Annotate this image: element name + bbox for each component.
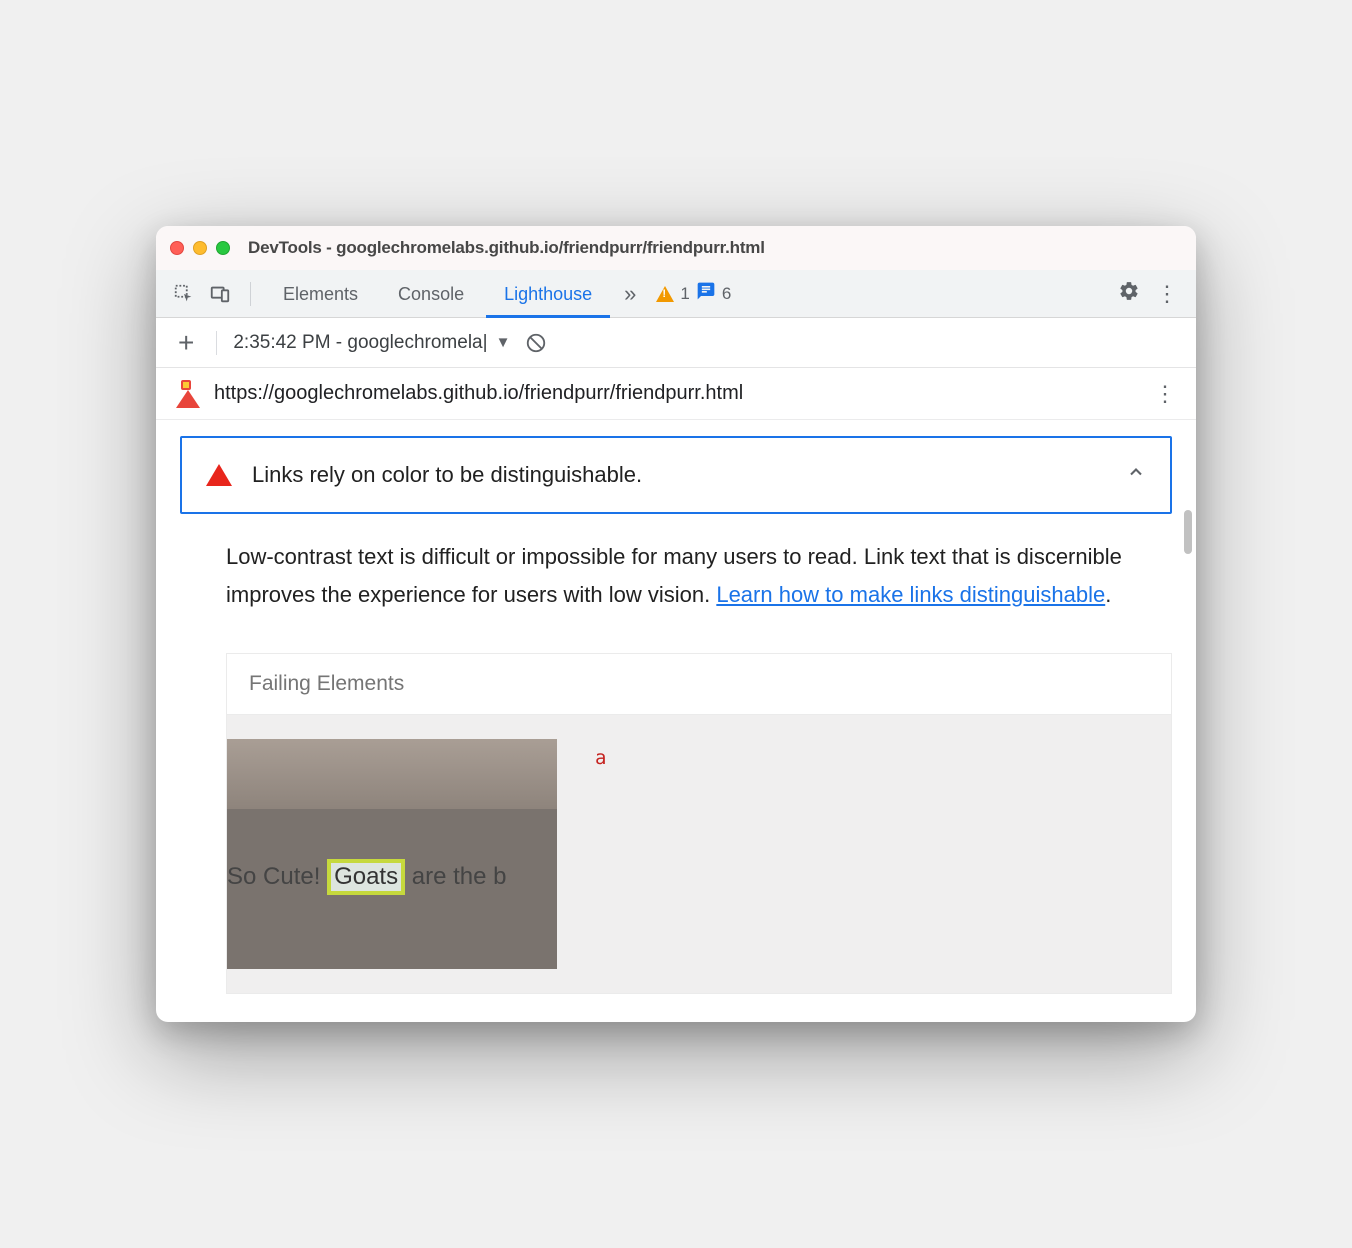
- learn-more-link[interactable]: Learn how to make links distinguishable: [716, 582, 1105, 607]
- maximize-window-button[interactable]: [216, 241, 230, 255]
- lighthouse-logo-icon: [176, 380, 200, 408]
- more-tabs-icon[interactable]: »: [614, 281, 646, 307]
- traffic-lights: [170, 241, 230, 255]
- fail-status-icon: [206, 464, 232, 486]
- settings-icon[interactable]: [1118, 280, 1140, 307]
- inspect-element-icon[interactable]: [168, 278, 200, 310]
- device-toggle-icon[interactable]: [204, 278, 236, 310]
- audit-description: Low-contrast text is difficult or imposs…: [180, 514, 1172, 623]
- element-thumbnail[interactable]: So Cute! Goats are the b: [227, 739, 557, 969]
- warning-count: 1: [680, 284, 689, 304]
- report-selector[interactable]: 2:35:42 PM - googlechromela|: [233, 332, 487, 354]
- tab-lighthouse[interactable]: Lighthouse: [486, 270, 610, 318]
- devtools-window: DevTools - googlechromelabs.github.io/fr…: [156, 226, 1196, 1022]
- toolbar-menu-icon[interactable]: ⋮: [1144, 281, 1184, 307]
- failing-elements-header: Failing Elements: [227, 654, 1171, 715]
- scrollbar-thumb[interactable]: [1184, 510, 1192, 554]
- report-url: https://googlechromelabs.github.io/frien…: [214, 382, 743, 405]
- devtools-toolbar: Elements Console Lighthouse » 1 6 ⋮: [156, 270, 1196, 318]
- report-content: Links rely on color to be distinguishabl…: [156, 420, 1196, 1022]
- element-tag-name[interactable]: a: [595, 747, 606, 769]
- toolbar-divider: [250, 282, 251, 306]
- window-titlebar: DevTools - googlechromelabs.github.io/fr…: [156, 226, 1196, 270]
- report-menu-icon[interactable]: ⋮: [1154, 381, 1176, 407]
- audit-header[interactable]: Links rely on color to be distinguishabl…: [180, 436, 1172, 514]
- warning-badge-icon: [656, 286, 674, 302]
- minimize-window-button[interactable]: [193, 241, 207, 255]
- new-report-button[interactable]: +: [172, 327, 200, 359]
- lighthouse-subtoolbar: + 2:35:42 PM - googlechromela| ▼: [156, 318, 1196, 368]
- window-title: DevTools - googlechromelabs.github.io/fr…: [248, 238, 765, 258]
- status-badges[interactable]: 1 6: [656, 281, 731, 306]
- clear-report-icon[interactable]: [520, 327, 552, 359]
- failing-elements-body: So Cute! Goats are the b a: [227, 715, 1171, 993]
- subtoolbar-divider: [216, 331, 217, 355]
- report-url-bar: https://googlechromelabs.github.io/frien…: [156, 368, 1196, 420]
- tab-elements[interactable]: Elements: [265, 270, 376, 318]
- message-count: 6: [722, 284, 731, 304]
- tab-console[interactable]: Console: [380, 270, 482, 318]
- message-badge-icon: [696, 281, 716, 306]
- collapse-icon: [1126, 462, 1146, 488]
- highlighted-word: Goats: [327, 859, 405, 895]
- failing-elements-section: Failing Elements So Cute! Goats are the …: [226, 653, 1172, 994]
- audit-title: Links rely on color to be distinguishabl…: [252, 462, 1146, 488]
- dropdown-caret-icon[interactable]: ▼: [496, 334, 511, 351]
- close-window-button[interactable]: [170, 241, 184, 255]
